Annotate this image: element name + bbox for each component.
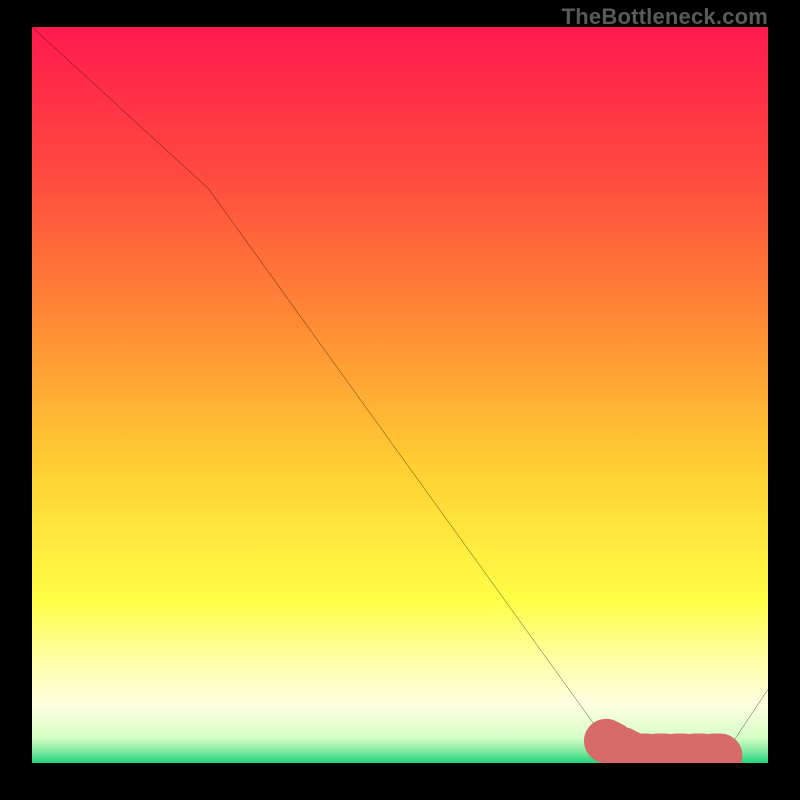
plot-area xyxy=(32,27,768,768)
chart-frame: TheBottleneck.com xyxy=(0,0,800,800)
gradient-background xyxy=(32,27,768,763)
